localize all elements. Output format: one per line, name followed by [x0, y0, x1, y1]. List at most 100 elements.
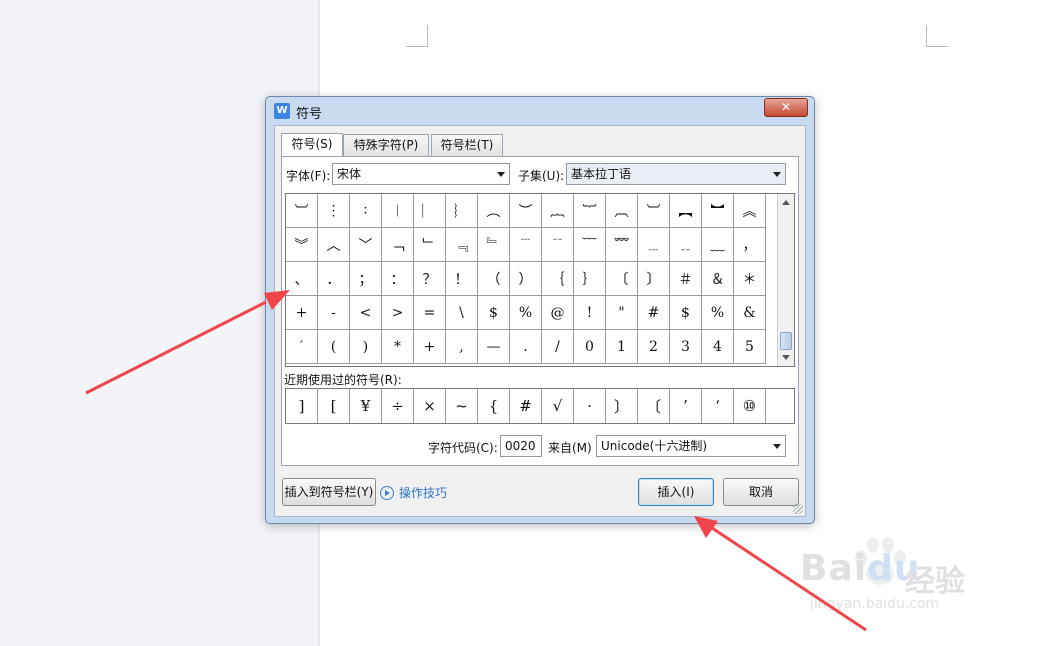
symbol-cell[interactable]: ﹊: [542, 228, 574, 262]
symbol-cell[interactable]: !: [574, 296, 606, 330]
symbol-cell[interactable]: ﹂: [414, 228, 446, 262]
symbol-cell[interactable]: ︺: [638, 194, 670, 228]
recent-symbol-cell[interactable]: 〕: [606, 389, 638, 423]
recent-symbol-cell[interactable]: √: [542, 389, 574, 423]
symbol-cell[interactable]: @: [542, 296, 574, 330]
symbol-cell[interactable]: \: [446, 296, 478, 330]
symbol-cell[interactable]: ﹍: [638, 228, 670, 262]
symbol-cell[interactable]: ︶: [510, 194, 542, 228]
recent-symbol-cell[interactable]: [: [318, 389, 350, 423]
symbol-cell[interactable]: ﹀: [350, 228, 382, 262]
char-code-input[interactable]: 0020: [500, 435, 542, 457]
insert-to-symbol-bar-button[interactable]: 插入到符号栏(Y): [282, 478, 376, 506]
symbol-cell[interactable]: ︸: [574, 194, 606, 228]
symbol-cell[interactable]: ﹄: [478, 228, 510, 262]
from-select[interactable]: Unicode(十六进制): [596, 435, 786, 457]
symbol-cell[interactable]: #: [638, 296, 670, 330]
symbol-cell[interactable]: ︹: [606, 194, 638, 228]
scroll-up-icon[interactable]: [782, 200, 790, 205]
symbol-cell[interactable]: ︷: [542, 194, 574, 228]
symbol-cell[interactable]: ，: [734, 228, 766, 262]
symbol-cell[interactable]: ︻: [670, 194, 702, 228]
symbol-cell[interactable]: ＆: [702, 262, 734, 296]
symbol-cell[interactable]: （: [478, 262, 510, 296]
play-circle-icon[interactable]: [380, 486, 394, 500]
recent-symbol-cell[interactable]: 〔: [638, 389, 670, 423]
symbol-cell[interactable]: ﹎: [670, 228, 702, 262]
symbol-cell[interactable]: —: [478, 330, 510, 364]
symbol-cell[interactable]: ﹏: [702, 228, 734, 262]
symbol-cell[interactable]: ∶: [350, 194, 382, 228]
symbol-cell[interactable]: ": [606, 296, 638, 330]
recent-symbol-cell[interactable]: ]: [286, 389, 318, 423]
symbol-cell[interactable]: *: [382, 330, 414, 364]
symbol-cell[interactable]: =: [414, 296, 446, 330]
symbol-cell[interactable]: ︿: [318, 228, 350, 262]
symbol-cell[interactable]: ＊: [734, 262, 766, 296]
grid-scrollbar[interactable]: [777, 194, 794, 366]
symbol-cell[interactable]: ︳: [414, 194, 446, 228]
title-bar[interactable]: W 符号 ✕: [266, 97, 814, 125]
scroll-thumb[interactable]: [780, 332, 792, 350]
cancel-button[interactable]: 取消: [723, 478, 799, 506]
resize-grip-icon[interactable]: [793, 504, 803, 514]
symbol-cell[interactable]: 3: [670, 330, 702, 364]
symbol-cell[interactable]: ﹁: [382, 228, 414, 262]
symbol-cell[interactable]: 0: [574, 330, 606, 364]
recent-symbol-cell[interactable]: ⑩: [734, 389, 766, 423]
symbol-cell[interactable]: ：: [382, 262, 414, 296]
symbol-cell[interactable]: ﹃: [446, 228, 478, 262]
symbol-cell[interactable]: ＃: [670, 262, 702, 296]
symbol-cell[interactable]: 1: [606, 330, 638, 364]
subset-select[interactable]: 基本拉丁语: [566, 163, 786, 185]
symbol-cell[interactable]: ︱: [382, 194, 414, 228]
symbol-cell[interactable]: +: [286, 296, 318, 330]
recent-symbol-cell[interactable]: ‘: [702, 389, 734, 423]
symbol-cell[interactable]: ︺: [286, 194, 318, 228]
symbol-cell[interactable]: 5: [734, 330, 766, 364]
symbol-cell[interactable]: ；: [350, 262, 382, 296]
symbol-cell[interactable]: %: [702, 296, 734, 330]
recent-symbol-cell[interactable]: ÷: [382, 389, 414, 423]
symbol-cell[interactable]: ︴: [446, 194, 478, 228]
tab-symbols[interactable]: 符号(S): [281, 133, 343, 157]
symbol-cell[interactable]: +: [414, 330, 446, 364]
symbol-cell[interactable]: ｛: [542, 262, 574, 296]
close-button[interactable]: ✕: [764, 98, 808, 117]
recent-symbol-cell[interactable]: #: [510, 389, 542, 423]
symbol-cell[interactable]: ′: [286, 330, 318, 364]
tips-link[interactable]: 操作技巧: [399, 484, 447, 501]
symbol-cell[interactable]: 2: [638, 330, 670, 364]
recent-symbol-cell[interactable]: ×: [414, 389, 446, 423]
insert-button[interactable]: 插入(I): [638, 478, 714, 506]
symbol-cell[interactable]: ）: [510, 262, 542, 296]
symbol-cell[interactable]: >: [382, 296, 414, 330]
recent-symbol-cell[interactable]: ·: [574, 389, 606, 423]
symbol-cell[interactable]: ？: [414, 262, 446, 296]
symbol-cell[interactable]: .: [510, 330, 542, 364]
symbol-cell[interactable]: 〔: [606, 262, 638, 296]
symbol-cell[interactable]: ﹌: [606, 228, 638, 262]
symbol-cell[interactable]: $: [478, 296, 510, 330]
font-select[interactable]: 宋体: [332, 163, 510, 185]
symbol-cell[interactable]: ,: [446, 330, 478, 364]
symbol-cell[interactable]: ): [350, 330, 382, 364]
symbol-cell[interactable]: ｝: [574, 262, 606, 296]
symbol-cell[interactable]: -: [318, 296, 350, 330]
symbol-cell[interactable]: ﹋: [574, 228, 606, 262]
symbol-cell[interactable]: ︼: [702, 194, 734, 228]
recent-symbol-cell[interactable]: {: [478, 389, 510, 423]
symbol-cell[interactable]: ︾: [286, 228, 318, 262]
tab-symbol-bar[interactable]: 符号栏(T): [431, 134, 503, 156]
symbol-cell[interactable]: 、: [286, 262, 318, 296]
symbol-cell[interactable]: (: [318, 330, 350, 364]
symbol-cell[interactable]: ！: [446, 262, 478, 296]
symbol-cell[interactable]: ⋮: [318, 194, 350, 228]
symbol-cell[interactable]: $: [670, 296, 702, 330]
symbol-cell[interactable]: ﹉: [510, 228, 542, 262]
scroll-down-icon[interactable]: [782, 355, 790, 360]
recent-symbol-cell[interactable]: ¥: [350, 389, 382, 423]
symbol-cell[interactable]: /: [542, 330, 574, 364]
tab-special-chars[interactable]: 特殊字符(P): [343, 134, 429, 156]
symbol-cell[interactable]: &: [734, 296, 766, 330]
